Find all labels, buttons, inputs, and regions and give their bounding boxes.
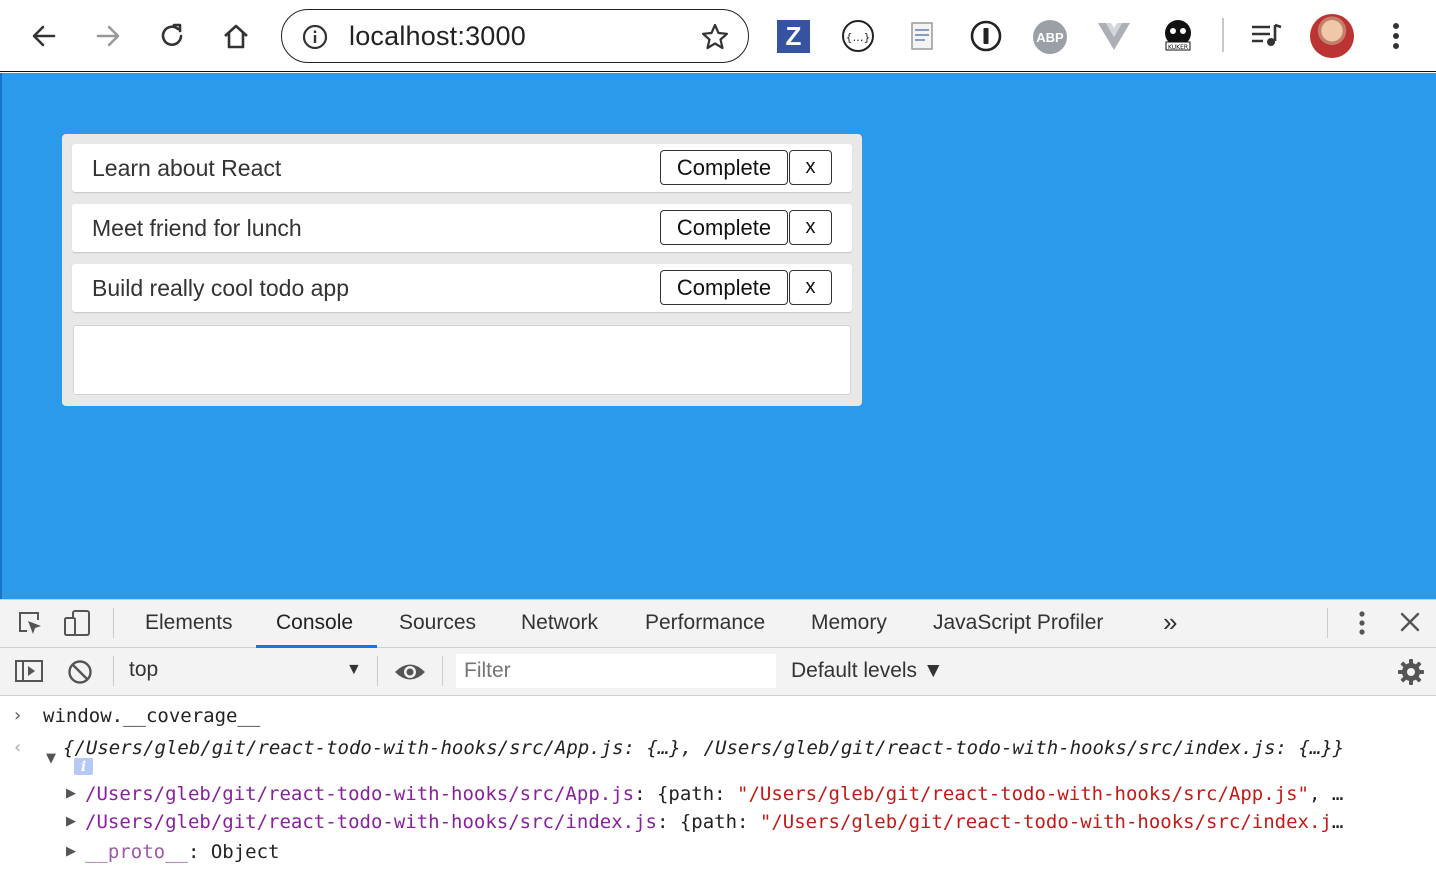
property-value: "/Users/gleb/git/react-todo-with-hooks/s… <box>759 811 1332 833</box>
vue-devtools-icon[interactable] <box>1096 18 1132 54</box>
result-arrow-icon: ‹ <box>14 737 22 758</box>
todo-item: Meet friend for lunch Complete x <box>72 204 852 252</box>
arrow-right-icon <box>96 25 120 47</box>
property-value: "/Users/gleb/git/react-todo-with-hooks/s… <box>737 783 1309 805</box>
filter-separator <box>377 656 378 686</box>
property-tail: , … <box>1308 783 1344 805</box>
tab-memory[interactable]: Memory <box>811 611 887 635</box>
clear-console-icon[interactable] <box>66 658 94 686</box>
close-devtools-icon[interactable] <box>1398 610 1422 634</box>
json-viewer-icon[interactable]: {…} <box>840 18 876 54</box>
home-button[interactable] <box>216 16 256 56</box>
new-todo-input[interactable] <box>73 325 851 395</box>
property-key: __proto__ <box>85 841 188 863</box>
object-property-row[interactable]: /Users/gleb/git/react-todo-with-hooks/sr… <box>85 783 1343 805</box>
browser-toolbar: localhost:3000 Z {…} ABP KUKER <box>0 0 1436 72</box>
context-selector[interactable]: top <box>129 658 158 682</box>
reload-button[interactable] <box>152 16 192 56</box>
todo-text: Meet friend for lunch <box>92 215 302 241</box>
devtools-menu-icon[interactable] <box>1352 609 1372 637</box>
expanded-triangle-icon[interactable]: ▼ <box>46 751 56 766</box>
remove-button[interactable]: x <box>789 150 832 185</box>
more-tabs-icon[interactable]: » <box>1163 607 1177 638</box>
info-badge-icon: i <box>74 758 93 775</box>
complete-button[interactable]: Complete <box>660 210 788 245</box>
todo-text: Learn about React <box>92 155 282 181</box>
devtools-tab-bar: Elements Console Sources Network Perform… <box>0 600 1436 648</box>
collapsed-triangle-icon[interactable]: ▶ <box>66 814 76 829</box>
todo-text: Build really cool todo app <box>92 275 349 301</box>
console-input-line: window.__coverage__ <box>43 705 261 727</box>
tab-performance[interactable]: Performance <box>645 611 765 635</box>
complete-button[interactable]: Complete <box>660 270 788 305</box>
tab-console[interactable]: Console <box>276 611 353 635</box>
svg-text:{…}: {…} <box>846 31 871 44</box>
reload-icon <box>161 23 183 46</box>
url-text[interactable]: localhost:3000 <box>349 21 526 52</box>
console-filter-input[interactable] <box>456 654 776 688</box>
address-bar[interactable]: localhost:3000 <box>281 9 749 63</box>
filter-separator <box>113 656 114 686</box>
context-dropdown-icon[interactable]: ▼ <box>346 661 362 679</box>
tab-separator <box>113 608 114 638</box>
media-queue-icon[interactable] <box>1248 18 1284 54</box>
inspect-element-icon[interactable] <box>16 609 44 637</box>
tab-separator <box>1327 608 1328 638</box>
adblock-plus-icon[interactable]: ABP <box>1033 20 1067 54</box>
collapsed-triangle-icon[interactable]: ▶ <box>66 786 76 801</box>
console-output: › window.__coverage__ ‹ ▼ {/Users/gleb/g… <box>0 697 1436 875</box>
1password-icon[interactable] <box>968 18 1004 54</box>
live-expression-eye-icon[interactable] <box>393 659 427 685</box>
object-property-row[interactable]: __proto__: Object <box>85 841 279 863</box>
property-tail: … <box>1331 811 1344 833</box>
tab-sources[interactable]: Sources <box>399 611 476 635</box>
input-prompt-icon: › <box>14 705 22 726</box>
toggle-sidebar-icon[interactable] <box>14 657 44 685</box>
kuker-icon[interactable]: KUKER <box>1160 18 1196 54</box>
z-extension-icon[interactable]: Z <box>777 20 810 53</box>
tab-javascript-profiler[interactable]: JavaScript Profiler <box>933 611 1103 635</box>
collapsed-triangle-icon[interactable]: ▶ <box>66 844 76 859</box>
back-button[interactable] <box>24 16 64 56</box>
property-separator: : {path: <box>656 811 760 833</box>
svg-text:KUKER: KUKER <box>1168 44 1188 51</box>
devtools-panel: Elements Console Sources Network Perform… <box>0 599 1436 874</box>
property-key: /Users/gleb/git/react-todo-with-hooks/sr… <box>85 811 657 833</box>
kebab-menu-icon[interactable] <box>1378 18 1414 54</box>
complete-button[interactable]: Complete <box>660 150 788 185</box>
bookmark-star-icon[interactable] <box>700 22 730 57</box>
home-icon <box>224 24 248 49</box>
console-filter-bar: top ▼ Default levels ▼ <box>0 648 1436 696</box>
remove-button[interactable]: x <box>789 210 832 245</box>
console-settings-gear-icon[interactable] <box>1396 657 1426 687</box>
todo-list: Learn about React Complete x Meet friend… <box>62 134 862 406</box>
property-separator: : {path: <box>634 783 738 805</box>
profile-avatar[interactable] <box>1310 14 1354 58</box>
remove-button[interactable]: x <box>789 270 832 305</box>
arrow-left-icon <box>32 25 56 47</box>
device-toolbar-icon[interactable] <box>62 608 92 638</box>
todo-item: Build really cool todo app Complete x <box>72 264 852 312</box>
forward-button[interactable] <box>88 16 128 56</box>
object-property-row[interactable]: /Users/gleb/git/react-todo-with-hooks/sr… <box>85 811 1343 833</box>
page-viewport: Learn about React Complete x Meet friend… <box>0 73 1436 599</box>
property-key: /Users/gleb/git/react-todo-with-hooks/sr… <box>85 783 635 805</box>
result-summary[interactable]: {/Users/gleb/git/react-todo-with-hooks/s… <box>63 737 1344 759</box>
toolbar-divider <box>1222 18 1224 52</box>
todo-item: Learn about React Complete x <box>72 144 852 192</box>
log-levels-dropdown[interactable]: Default levels ▼ <box>791 659 944 683</box>
notes-extension-icon[interactable] <box>904 18 940 54</box>
property-separator: : Object <box>187 841 280 863</box>
info-icon[interactable] <box>302 24 328 55</box>
tab-elements[interactable]: Elements <box>145 611 233 635</box>
filter-separator <box>442 656 443 686</box>
tab-network[interactable]: Network <box>521 611 598 635</box>
